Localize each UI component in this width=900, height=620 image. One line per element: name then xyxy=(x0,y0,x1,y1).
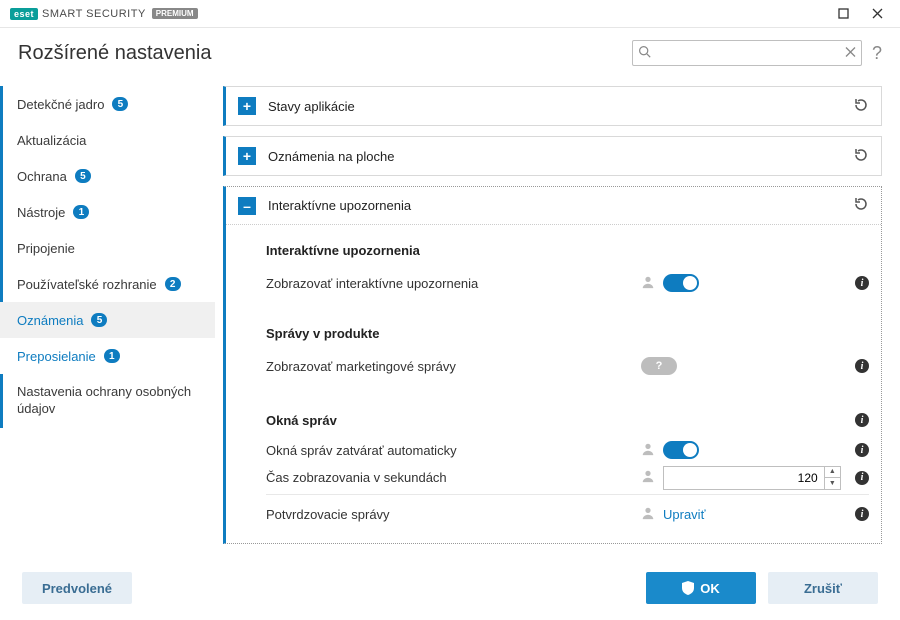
row-show-interactive: Zobrazovať interaktívne upozornenia i xyxy=(266,268,869,298)
toggle-show-marketing-locked[interactable] xyxy=(641,357,677,375)
row-auto-close: Okná správ zatvárať automaticky i xyxy=(266,435,869,465)
search-field-wrap xyxy=(632,40,862,66)
row-display-seconds: Čas zobrazovania v sekundách ▲ ▼ i xyxy=(266,465,869,495)
sidebar-item-tools[interactable]: Nástroje 1 xyxy=(0,194,215,230)
sidebar-item-protection[interactable]: Ochrana 5 xyxy=(0,158,215,194)
brand-edition-badge: PREMIUM xyxy=(152,8,198,19)
collapse-icon: – xyxy=(238,197,256,215)
brand-eset-logo: eset xyxy=(10,8,38,20)
window-close-button[interactable] xyxy=(860,0,894,28)
panel-header[interactable]: – Interaktívne upozornenia xyxy=(226,187,881,225)
sidebar-item-label: Detekčné jadro xyxy=(17,97,104,112)
help-button[interactable]: ? xyxy=(872,43,882,64)
seconds-spinner: ▲ ▼ xyxy=(663,466,841,490)
sidebar-badge: 5 xyxy=(91,313,107,327)
row-confirm-messages: Potvrdzovacie správy Upraviť i xyxy=(266,499,869,529)
sidebar-badge: 1 xyxy=(73,205,89,219)
footer: Predvolené OK Zrušiť xyxy=(0,558,900,618)
ok-button[interactable]: OK xyxy=(646,572,756,604)
row-msg-windows-header: Okná správ i xyxy=(266,405,869,435)
clear-search-button[interactable] xyxy=(845,46,856,61)
row-label: Okná správ zatvárať automaticky xyxy=(266,443,633,458)
toggle-auto-close[interactable] xyxy=(663,441,699,459)
panel-desktop-notifications: + Oznámenia na ploche xyxy=(223,136,882,176)
reset-icon[interactable] xyxy=(853,147,869,166)
expand-icon: + xyxy=(238,97,256,115)
window-maximize-button[interactable] xyxy=(826,0,860,28)
cancel-button[interactable]: Zrušiť xyxy=(768,572,878,604)
row-label: Zobrazovať interaktívne upozornenia xyxy=(266,276,633,291)
page-title: Rozšírené nastavenia xyxy=(18,42,211,65)
sidebar-subitem-forwarding[interactable]: Preposielanie 1 xyxy=(0,338,215,374)
seconds-input[interactable] xyxy=(664,467,824,489)
sidebar-subitem-notifications[interactable]: Oznámenia 5 xyxy=(0,302,215,338)
expand-icon: + xyxy=(238,147,256,165)
section-title-msg-windows: Okná správ xyxy=(266,413,841,428)
sidebar-item-label: Aktualizácia xyxy=(17,133,86,148)
sidebar-item-update[interactable]: Aktualizácia xyxy=(0,122,215,158)
panel-header[interactable]: + Oznámenia na ploche xyxy=(226,137,881,175)
spinner-up-button[interactable]: ▲ xyxy=(825,467,840,479)
edit-link[interactable]: Upraviť xyxy=(663,507,705,522)
row-label: Zobrazovať marketingové správy xyxy=(266,359,633,374)
sidebar: Detekčné jadro 5 Aktualizácia Ochrana 5 … xyxy=(0,78,215,558)
reset-icon[interactable] xyxy=(853,97,869,116)
panel-body: Interaktívne upozornenia Zobrazovať inte… xyxy=(226,225,881,543)
panel-app-states: + Stavy aplikácie xyxy=(223,86,882,126)
sidebar-item-label: Nastavenia ochrany osobných údajov xyxy=(17,384,201,418)
shield-icon xyxy=(682,581,694,595)
sidebar-item-label: Používateľské rozhranie xyxy=(17,277,157,292)
panel-title: Interaktívne upozornenia xyxy=(268,198,841,213)
info-icon[interactable]: i xyxy=(855,276,869,290)
user-icon xyxy=(641,275,655,292)
sidebar-item-ui[interactable]: Používateľské rozhranie 2 xyxy=(0,266,215,302)
ok-label: OK xyxy=(700,581,720,596)
brand: eset SMART SECURITY PREMIUM xyxy=(10,8,198,20)
sidebar-badge: 1 xyxy=(104,349,120,363)
panel-interactive-alerts: – Interaktívne upozornenia Interaktívne … xyxy=(223,186,882,544)
section-title-interactive: Interaktívne upozornenia xyxy=(266,243,869,258)
defaults-button[interactable]: Predvolené xyxy=(22,572,132,604)
info-icon[interactable]: i xyxy=(855,443,869,457)
sidebar-item-label: Ochrana xyxy=(17,169,67,184)
row-show-marketing: Zobrazovať marketingové správy i xyxy=(266,351,869,381)
main-content: + Stavy aplikácie + Oznámenia na ploche … xyxy=(215,78,900,558)
row-label: Čas zobrazovania v sekundách xyxy=(266,470,633,485)
info-icon[interactable]: i xyxy=(855,507,869,521)
sidebar-badge: 2 xyxy=(165,277,181,291)
spinner-down-button[interactable]: ▼ xyxy=(825,478,840,489)
sidebar-item-connection[interactable]: Pripojenie xyxy=(0,230,215,266)
info-icon[interactable]: i xyxy=(855,471,869,485)
sidebar-item-privacy[interactable]: Nastavenia ochrany osobných údajov xyxy=(0,374,215,428)
toggle-show-interactive[interactable] xyxy=(663,274,699,292)
panel-title: Oznámenia na ploche xyxy=(268,149,841,164)
sidebar-item-label: Preposielanie xyxy=(17,349,96,364)
info-icon[interactable]: i xyxy=(855,359,869,373)
user-icon xyxy=(641,442,655,459)
close-icon xyxy=(872,8,883,19)
search-input[interactable] xyxy=(632,40,862,66)
section-title-product-msgs: Správy v produkte xyxy=(266,326,869,341)
header: Rozšírené nastavenia ? xyxy=(0,28,900,78)
sidebar-badge: 5 xyxy=(112,97,128,111)
user-icon xyxy=(641,469,655,486)
reset-icon[interactable] xyxy=(853,196,869,215)
sidebar-item-label: Oznámenia xyxy=(17,313,83,328)
row-label: Potvrdzovacie správy xyxy=(266,507,633,522)
panel-header[interactable]: + Stavy aplikácie xyxy=(226,87,881,125)
sidebar-item-detection-core[interactable]: Detekčné jadro 5 xyxy=(0,86,215,122)
square-icon xyxy=(838,8,849,19)
sidebar-badge: 5 xyxy=(75,169,91,183)
panel-title: Stavy aplikácie xyxy=(268,99,841,114)
user-icon xyxy=(641,506,655,523)
brand-product: SMART SECURITY xyxy=(42,8,146,20)
titlebar: eset SMART SECURITY PREMIUM xyxy=(0,0,900,28)
info-icon[interactable]: i xyxy=(855,413,869,427)
sidebar-item-label: Nástroje xyxy=(17,205,65,220)
sidebar-item-label: Pripojenie xyxy=(17,241,75,256)
search-icon xyxy=(638,45,651,61)
